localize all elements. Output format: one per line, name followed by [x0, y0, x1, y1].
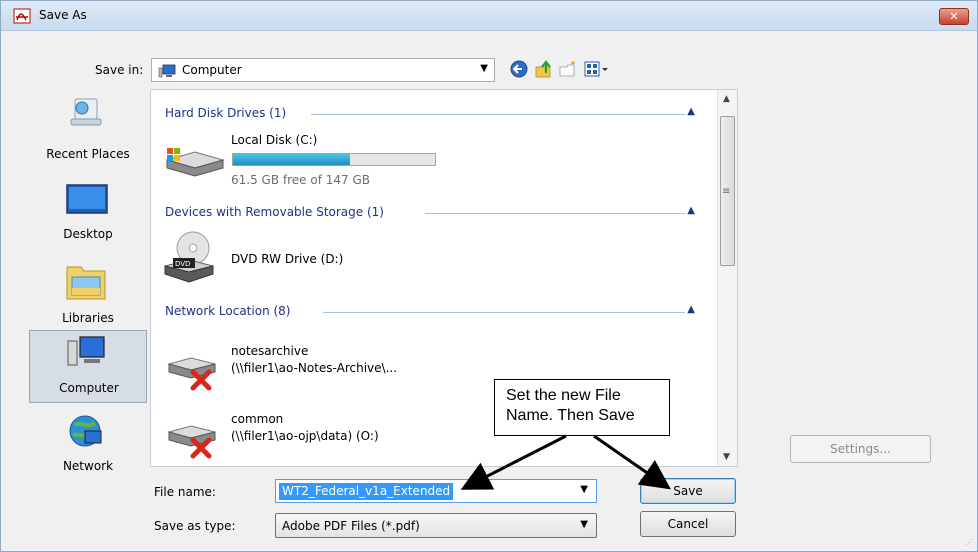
group-header-hard-disks[interactable]: Hard Disk Drives (1) ▲	[165, 106, 725, 124]
save-in-dropdown[interactable]: Computer ▼	[151, 58, 495, 82]
views-menu-icon[interactable]	[583, 59, 609, 79]
adobe-pdf-icon	[13, 8, 31, 24]
group-header-network[interactable]: Network Location (8) ▲	[165, 304, 725, 322]
resize-grip-icon[interactable]: ⋰	[965, 538, 973, 547]
chevron-up-icon[interactable]: ▲	[687, 106, 695, 117]
disk-usage-bar	[232, 153, 436, 166]
disconnected-drive-icon	[167, 425, 216, 459]
disconnected-drive-icon	[167, 357, 216, 391]
scroll-grip-icon: ≡	[722, 186, 731, 197]
list-item-notesarchive[interactable]: notesarchive (\\filer1\ao-Notes-Archive\…	[159, 340, 479, 392]
disk-usage-fill	[233, 154, 351, 165]
save-as-dialog: Save As ✕ Save in: Computer ▼ Recent Pla…	[0, 0, 978, 552]
vertical-scrollbar[interactable]: ▲ ≡ ▼	[717, 90, 737, 466]
item-path: (\\filer1\ao-Notes-Archive\...	[231, 361, 398, 375]
item-path: (\\filer1\ao-ojp\data) (O:)	[231, 429, 379, 443]
chevron-down-icon: ▼	[480, 63, 488, 74]
place-label: Computer	[59, 381, 119, 395]
back-icon[interactable]	[509, 59, 529, 79]
chevron-up-icon[interactable]: ▲	[687, 205, 695, 216]
item-name: notesarchive	[231, 344, 309, 358]
file-name-label: File name:	[154, 485, 216, 499]
save-button[interactable]: Save	[640, 478, 736, 504]
svg-text:DVD: DVD	[175, 260, 190, 268]
place-label: Libraries	[62, 311, 114, 325]
libraries-icon	[66, 266, 106, 300]
place-desktop[interactable]: Desktop	[29, 179, 147, 251]
hard-disk-icon	[165, 148, 225, 177]
chevron-up-icon[interactable]: ▲	[687, 304, 695, 315]
annotation-line: Set the new File	[506, 387, 621, 404]
place-libraries[interactable]: Libraries	[29, 257, 147, 329]
window-title: Save As	[39, 8, 87, 22]
place-label: Network	[62, 459, 114, 473]
place-recent-places[interactable]: Recent Places	[29, 89, 147, 161]
group-divider	[311, 114, 685, 115]
title-bar: Save As ✕	[1, 1, 977, 31]
chevron-down-icon[interactable]: ▼	[580, 484, 588, 495]
computer-icon	[158, 64, 176, 78]
new-folder-icon[interactable]	[558, 59, 578, 79]
disk-free-text: 61.5 GB free of 147 GB	[231, 173, 370, 187]
list-item-dvd-drive[interactable]: DVD DVD RW Drive (D:)	[159, 228, 459, 288]
group-header-text: Devices with Removable Storage (1)	[165, 205, 390, 219]
item-name: common	[231, 412, 284, 426]
list-item-local-disk[interactable]: Local Disk (C:) 61.5 GB free of 147 GB	[159, 128, 459, 187]
computer-icon	[67, 336, 105, 366]
up-folder-icon[interactable]	[534, 59, 554, 79]
network-icon	[69, 415, 102, 447]
scroll-up-icon[interactable]: ▲	[723, 94, 730, 104]
scroll-down-icon[interactable]: ▼	[723, 452, 730, 462]
desktop-icon	[66, 184, 108, 214]
group-divider	[425, 213, 685, 214]
dvd-drive-icon: DVD	[164, 231, 214, 283]
save-as-type-label: Save as type:	[154, 519, 236, 533]
settings-button[interactable]: Settings...	[790, 435, 931, 463]
place-label: Desktop	[63, 227, 113, 241]
save-in-value: Computer	[182, 63, 242, 77]
place-label: Recent Places	[46, 147, 130, 161]
places-bar: Recent Places Desktop Libraries Computer…	[29, 89, 147, 479]
annotation-callout: Set the new File Name. Then Save	[494, 379, 670, 436]
cancel-button[interactable]: Cancel	[640, 511, 736, 537]
group-header-text: Network Location (8)	[165, 304, 297, 318]
place-network[interactable]: Network	[29, 411, 147, 483]
save-as-type-dropdown[interactable]: Adobe PDF Files (*.pdf) ▼	[275, 513, 597, 538]
close-button[interactable]: ✕	[939, 8, 969, 25]
group-header-text: Hard Disk Drives (1)	[165, 106, 293, 120]
save-in-label: Save in:	[95, 63, 144, 77]
file-name-input[interactable]: WT2_Federal_v1a_Extended ▼	[275, 479, 597, 503]
place-computer[interactable]: Computer	[29, 330, 147, 403]
chevron-down-icon: ▼	[580, 519, 588, 530]
file-name-value: WT2_Federal_v1a_Extended	[279, 483, 454, 500]
item-name: DVD RW Drive (D:)	[231, 252, 344, 266]
group-divider	[323, 312, 685, 313]
save-as-type-value: Adobe PDF Files (*.pdf)	[282, 519, 420, 533]
recent-places-icon	[70, 98, 102, 126]
group-header-removable[interactable]: Devices with Removable Storage (1) ▲	[165, 205, 725, 223]
list-item-common[interactable]: common (\\filer1\ao-ojp\data) (O:)	[159, 408, 479, 460]
item-name: Local Disk (C:)	[231, 133, 318, 147]
annotation-line: Name. Then Save	[506, 407, 635, 424]
